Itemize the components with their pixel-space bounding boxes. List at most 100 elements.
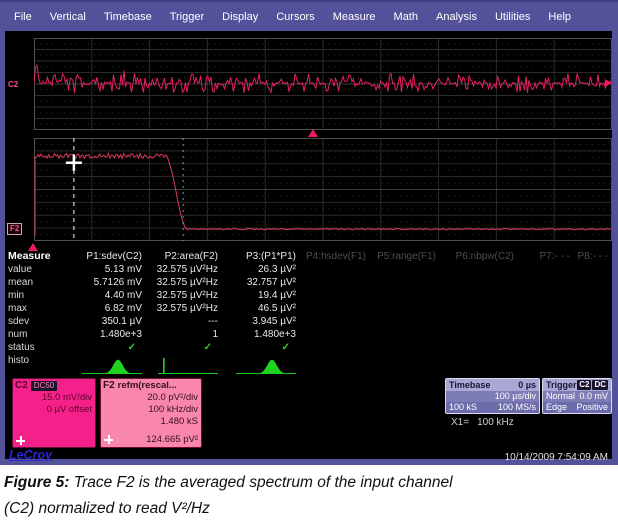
c2-offset: 0 µV offset (13, 404, 95, 416)
p1-min: 4.40 mV (54, 289, 146, 302)
p3-max: 46.5 µV² (222, 302, 300, 315)
menu-item-utilities[interactable]: Utilities (486, 8, 539, 26)
param-header-p6[interactable]: P6:nbpw(C2) (440, 250, 518, 263)
p1-value: 5.13 mV (54, 263, 146, 276)
c2-waveform-grid[interactable] (34, 38, 612, 130)
menu-item-help[interactable]: Help (539, 8, 580, 26)
p4-mean (300, 276, 370, 289)
f2-trace-label: F2 (7, 223, 22, 235)
x1-value: 100 kHz (477, 417, 514, 428)
move-cross-icon[interactable] (104, 435, 113, 444)
trigger-mode: Normal (546, 391, 575, 402)
p4-min (300, 289, 370, 302)
trigger-box[interactable]: Trigger C2 DC Normal 0.0 mV Edge Positiv… (542, 378, 612, 414)
p1-sdev: 350.1 µV (54, 315, 146, 328)
p8-min (574, 289, 612, 302)
p2-min: 32.575 µV²Hz (146, 289, 222, 302)
param-header-p8[interactable]: P8:- - - (574, 250, 612, 263)
menu-item-math[interactable]: Math (385, 8, 427, 26)
p6-min (440, 289, 518, 302)
trigger-time-marker-icon[interactable] (308, 129, 318, 137)
param-header-p5[interactable]: P5:range(F1) (370, 250, 440, 263)
measure-table: MeasureP1:sdev(C2)P2:area(F2)P3:(P1*P1)P… (8, 250, 612, 376)
menu-item-display[interactable]: Display (213, 8, 267, 26)
f2-vertical-scale: 20.0 pV²/div (101, 392, 201, 404)
c2-trace-label: C2 (8, 80, 18, 89)
p5-min (370, 289, 440, 302)
p4-max (300, 302, 370, 315)
p7-status-icon (518, 341, 574, 354)
p3-status-icon: ✓ (222, 341, 300, 354)
p8-value (574, 263, 612, 276)
param-header-p3[interactable]: P3:(P1*P1) (222, 250, 300, 263)
p7-mean (518, 276, 574, 289)
p7-histogram (518, 354, 574, 376)
p6-mean (440, 276, 518, 289)
timebase-box[interactable]: Timebase 0 µs 100 µs/div 100 kS 100 MS/s (445, 378, 540, 414)
p3-sdev: 3.945 µV² (222, 315, 300, 328)
menu-item-file[interactable]: File (5, 8, 41, 26)
param-header-p1[interactable]: P1:sdev(C2) (54, 250, 146, 263)
p6-num (440, 328, 518, 341)
x1-label: X1= (451, 417, 469, 428)
menu-item-measure[interactable]: Measure (324, 8, 385, 26)
menu-item-analysis[interactable]: Analysis (427, 8, 486, 26)
p4-value (300, 263, 370, 276)
row-label-histo: histo (8, 354, 54, 367)
p4-histogram (300, 354, 370, 376)
c2-trace-plot (34, 38, 612, 130)
menu-item-cursors[interactable]: Cursors (267, 8, 324, 26)
f2-descriptor-box[interactable]: F2 refm(rescal... 20.0 pV²/div 100 kHz/d… (100, 378, 202, 448)
p2-value: 32.575 µV²Hz (146, 263, 222, 276)
p3-num: 1.480e+3 (222, 328, 300, 341)
p6-value (440, 263, 518, 276)
figure-caption-label: Figure 5: (4, 474, 69, 491)
p2-histogram (146, 354, 222, 376)
p1-status-icon: ✓ (54, 341, 146, 354)
timebase-scale: 100 µs/div (495, 391, 536, 402)
c2-vertical-scale: 15.0 mV/div (13, 392, 95, 404)
p6-max (440, 302, 518, 315)
param-header-p4[interactable]: P4:hsdev(F1) (300, 250, 370, 263)
timebase-delay: 0 µs (518, 379, 536, 391)
move-cross-icon[interactable] (16, 436, 25, 445)
figure-caption: Figure 5: Trace F2 is the averaged spect… (4, 470, 454, 521)
p5-status-icon (370, 341, 440, 354)
timebase-title: Timebase (449, 379, 490, 391)
trigger-slope: Positive (576, 402, 608, 413)
row-label-status: status (8, 341, 54, 354)
trigger-coupling-badge: DC (592, 380, 608, 390)
p8-sdev (574, 315, 612, 328)
f2-cursor-readout: 124.665 pV² (146, 434, 198, 445)
histogram-icon-spike (156, 356, 220, 376)
p8-max (574, 302, 612, 315)
p3-value: 26.3 µV² (222, 263, 300, 276)
c2-coupling-badge: DC50 (31, 381, 57, 391)
c2-descriptor-box[interactable]: C2 DC50 15.0 mV/div 0 µV offset (12, 378, 96, 448)
c2-level-marker-icon[interactable] (605, 79, 612, 87)
c2-box-label: C2 (15, 380, 28, 391)
p2-mean: 32.575 µV²Hz (146, 276, 222, 289)
x1-cursor-readout: X1= 100 kHz (451, 417, 514, 428)
p5-mean (370, 276, 440, 289)
trigger-type: Edge (546, 402, 567, 413)
datetime-readout: 10/14/2009 7:54:09 AM (505, 452, 608, 463)
row-label-max: max (8, 302, 54, 315)
param-header-p7[interactable]: P7:- - - (518, 250, 574, 263)
trigger-source-badge: C2 (577, 380, 591, 390)
p8-status-icon (574, 341, 612, 354)
param-header-p2[interactable]: P2:area(F2) (146, 250, 222, 263)
row-label-sdev: sdev (8, 315, 54, 328)
lecroy-logo: LeCroy (9, 448, 52, 462)
p1-histogram (54, 354, 146, 376)
f2-box-label: F2 (103, 380, 115, 391)
menu-item-vertical[interactable]: Vertical (41, 8, 95, 26)
p6-histogram (440, 354, 518, 376)
p2-num: 1 (146, 328, 222, 341)
measure-panel: MeasureP1:sdev(C2)P2:area(F2)P3:(P1*P1)P… (8, 250, 612, 376)
menu-item-timebase[interactable]: Timebase (95, 8, 161, 26)
p8-mean (574, 276, 612, 289)
f2-spectrum-grid[interactable] (34, 138, 612, 241)
menu-item-trigger[interactable]: Trigger (161, 8, 213, 26)
row-label-mean: mean (8, 276, 54, 289)
